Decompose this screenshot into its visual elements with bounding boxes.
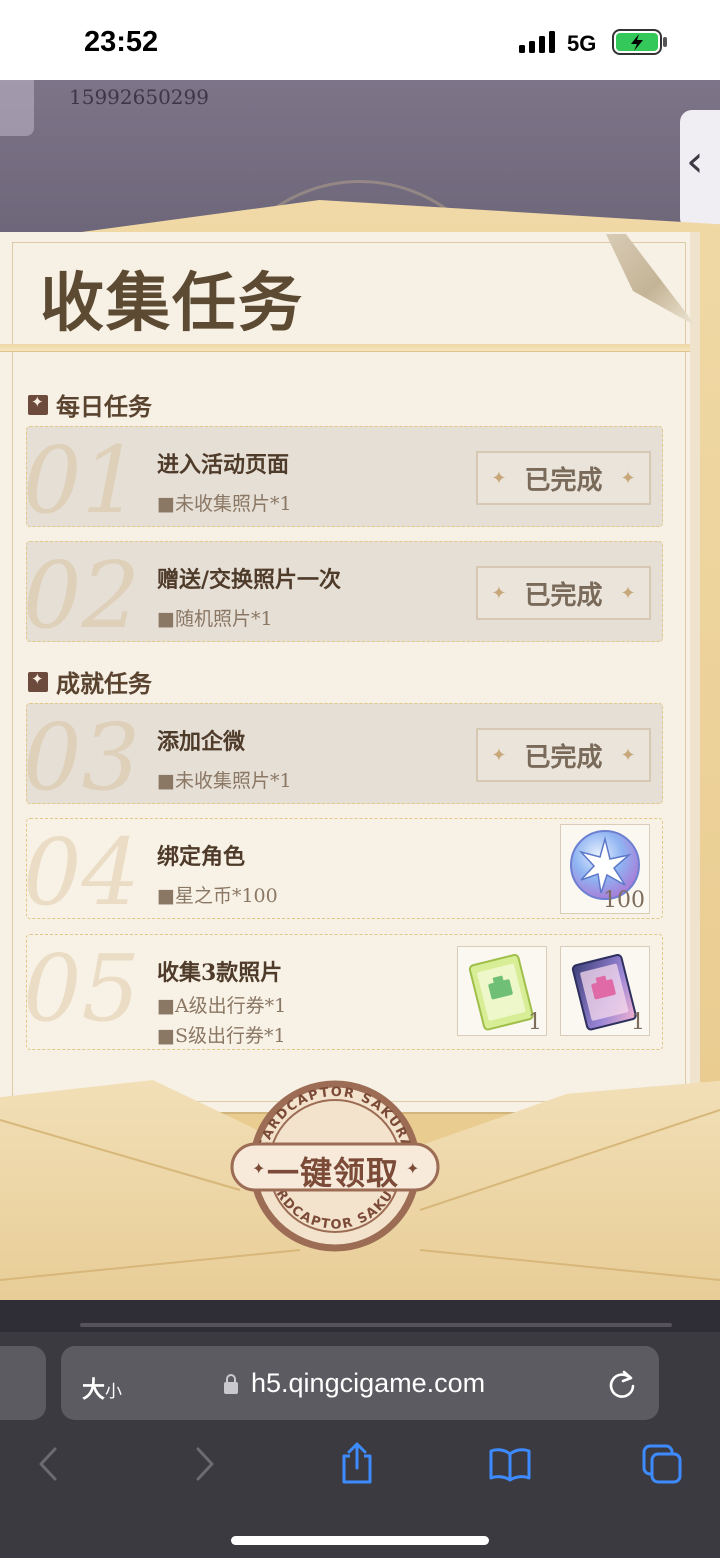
share-icon[interactable] [338, 1442, 376, 1484]
task-number: 03 [23, 704, 141, 811]
section-label: 每日任务 [56, 392, 152, 421]
url-text: h5.qingcigame.com [251, 1368, 486, 1398]
task-number: 05 [23, 935, 141, 1042]
task-title: 赠送/交换照片一次 [157, 567, 342, 593]
lock-icon [224, 1374, 238, 1394]
section-label: 成就任务 [56, 669, 152, 698]
title-divider [0, 344, 690, 352]
task-card-05: 05 收集3款照片 ■A级出行券*1 ■S级出行券*1 1 1 [23, 934, 663, 1050]
bookmarks-icon[interactable] [488, 1446, 532, 1482]
task-title: 添加企微 [157, 729, 246, 755]
sparkle-icon: ✦ [620, 582, 636, 604]
sparkle-icon: ✦ [491, 582, 507, 604]
task-title: 收集3款照片 [157, 960, 283, 986]
panel-title: 收集任务 [40, 266, 304, 341]
aa-small-label: 小 [105, 1382, 122, 1401]
sparkle-icon [28, 670, 48, 692]
scroll-indicator [80, 1323, 672, 1327]
user-phone-number: 15992650299 [69, 85, 209, 109]
battery-charging-icon [612, 29, 667, 55]
completed-button[interactable]: ✦ 已完成 ✦ [476, 728, 651, 782]
task-reward: ■未收集照片*1 [157, 493, 292, 515]
completed-label: 已完成 [524, 742, 603, 773]
sparkle-icon: ✦ [620, 467, 636, 489]
task-reward: ■A级出行券*1 [157, 995, 287, 1017]
task-card-01: 01 进入活动页面 ■未收集照片*1 ✦ 已完成 ✦ [23, 426, 663, 534]
completed-button[interactable]: ✦ 已完成 ✦ [476, 566, 651, 620]
previous-tab-stub[interactable] [0, 1346, 46, 1420]
reward-item-star-coin[interactable]: 100 [560, 824, 650, 914]
task-title: 进入活动页面 [157, 452, 290, 478]
task-card-04: 04 绑定角色 ■星之币*100 100 [23, 818, 663, 926]
game-bottom-strip [0, 1300, 720, 1332]
daily-section-header: 每日任务 [28, 387, 152, 422]
cellular-signal-icon [519, 31, 555, 53]
sparkle-icon: ✦ [620, 744, 636, 766]
aa-large-label: 大 [82, 1376, 105, 1402]
tabs-icon[interactable] [642, 1444, 682, 1484]
achievement-section-header: 成就任务 [28, 664, 152, 699]
task-reward: ■未收集照片*1 [157, 770, 292, 792]
chevron-left-icon[interactable]: ‹ [686, 136, 704, 187]
task-number: 01 [23, 427, 141, 534]
reward-item-a-ticket[interactable]: 1 [457, 946, 547, 1036]
reward-quantity: 1 [528, 1010, 542, 1035]
forward-arrow-icon[interactable] [193, 1446, 217, 1482]
task-card-03: 03 添加企微 ■未收集照片*1 ✦ 已完成 ✦ [23, 703, 663, 811]
task-reward: ■S级出行券*1 [157, 1025, 286, 1047]
task-number: 04 [23, 819, 141, 926]
reward-quantity: 1 [631, 1010, 645, 1035]
completed-label: 已完成 [524, 465, 603, 496]
sparkle-icon: ✦ [491, 467, 507, 489]
task-reward: ■随机照片*1 [157, 608, 273, 630]
task-title: 绑定角色 [157, 844, 246, 870]
network-type: 5G [567, 31, 597, 56]
avatar-frame [0, 80, 34, 136]
home-indicator [231, 1536, 489, 1545]
task-reward: ■星之币*100 [157, 885, 278, 907]
back-arrow-icon[interactable] [36, 1446, 60, 1482]
sparkle-icon: ✦ [491, 744, 507, 766]
reward-item-s-ticket[interactable]: 1 [560, 946, 650, 1036]
page-settings-button[interactable]: 大小 [82, 1370, 122, 1404]
svg-text:✦: ✦ [406, 1159, 419, 1178]
completed-button[interactable]: ✦ 已完成 ✦ [476, 451, 651, 505]
reward-quantity: 100 [603, 888, 645, 913]
task-card-02: 02 赠送/交换照片一次 ■随机照片*1 ✦ 已完成 ✦ [23, 541, 663, 649]
status-bar: 23:52 5G [0, 0, 720, 80]
claim-all-button[interactable]: 一键领取 [258, 1148, 408, 1192]
completed-label: 已完成 [524, 580, 603, 611]
task-number: 02 [23, 542, 141, 649]
status-time: 23:52 [84, 26, 159, 58]
reload-icon[interactable] [606, 1368, 638, 1400]
sparkle-icon [28, 393, 48, 415]
